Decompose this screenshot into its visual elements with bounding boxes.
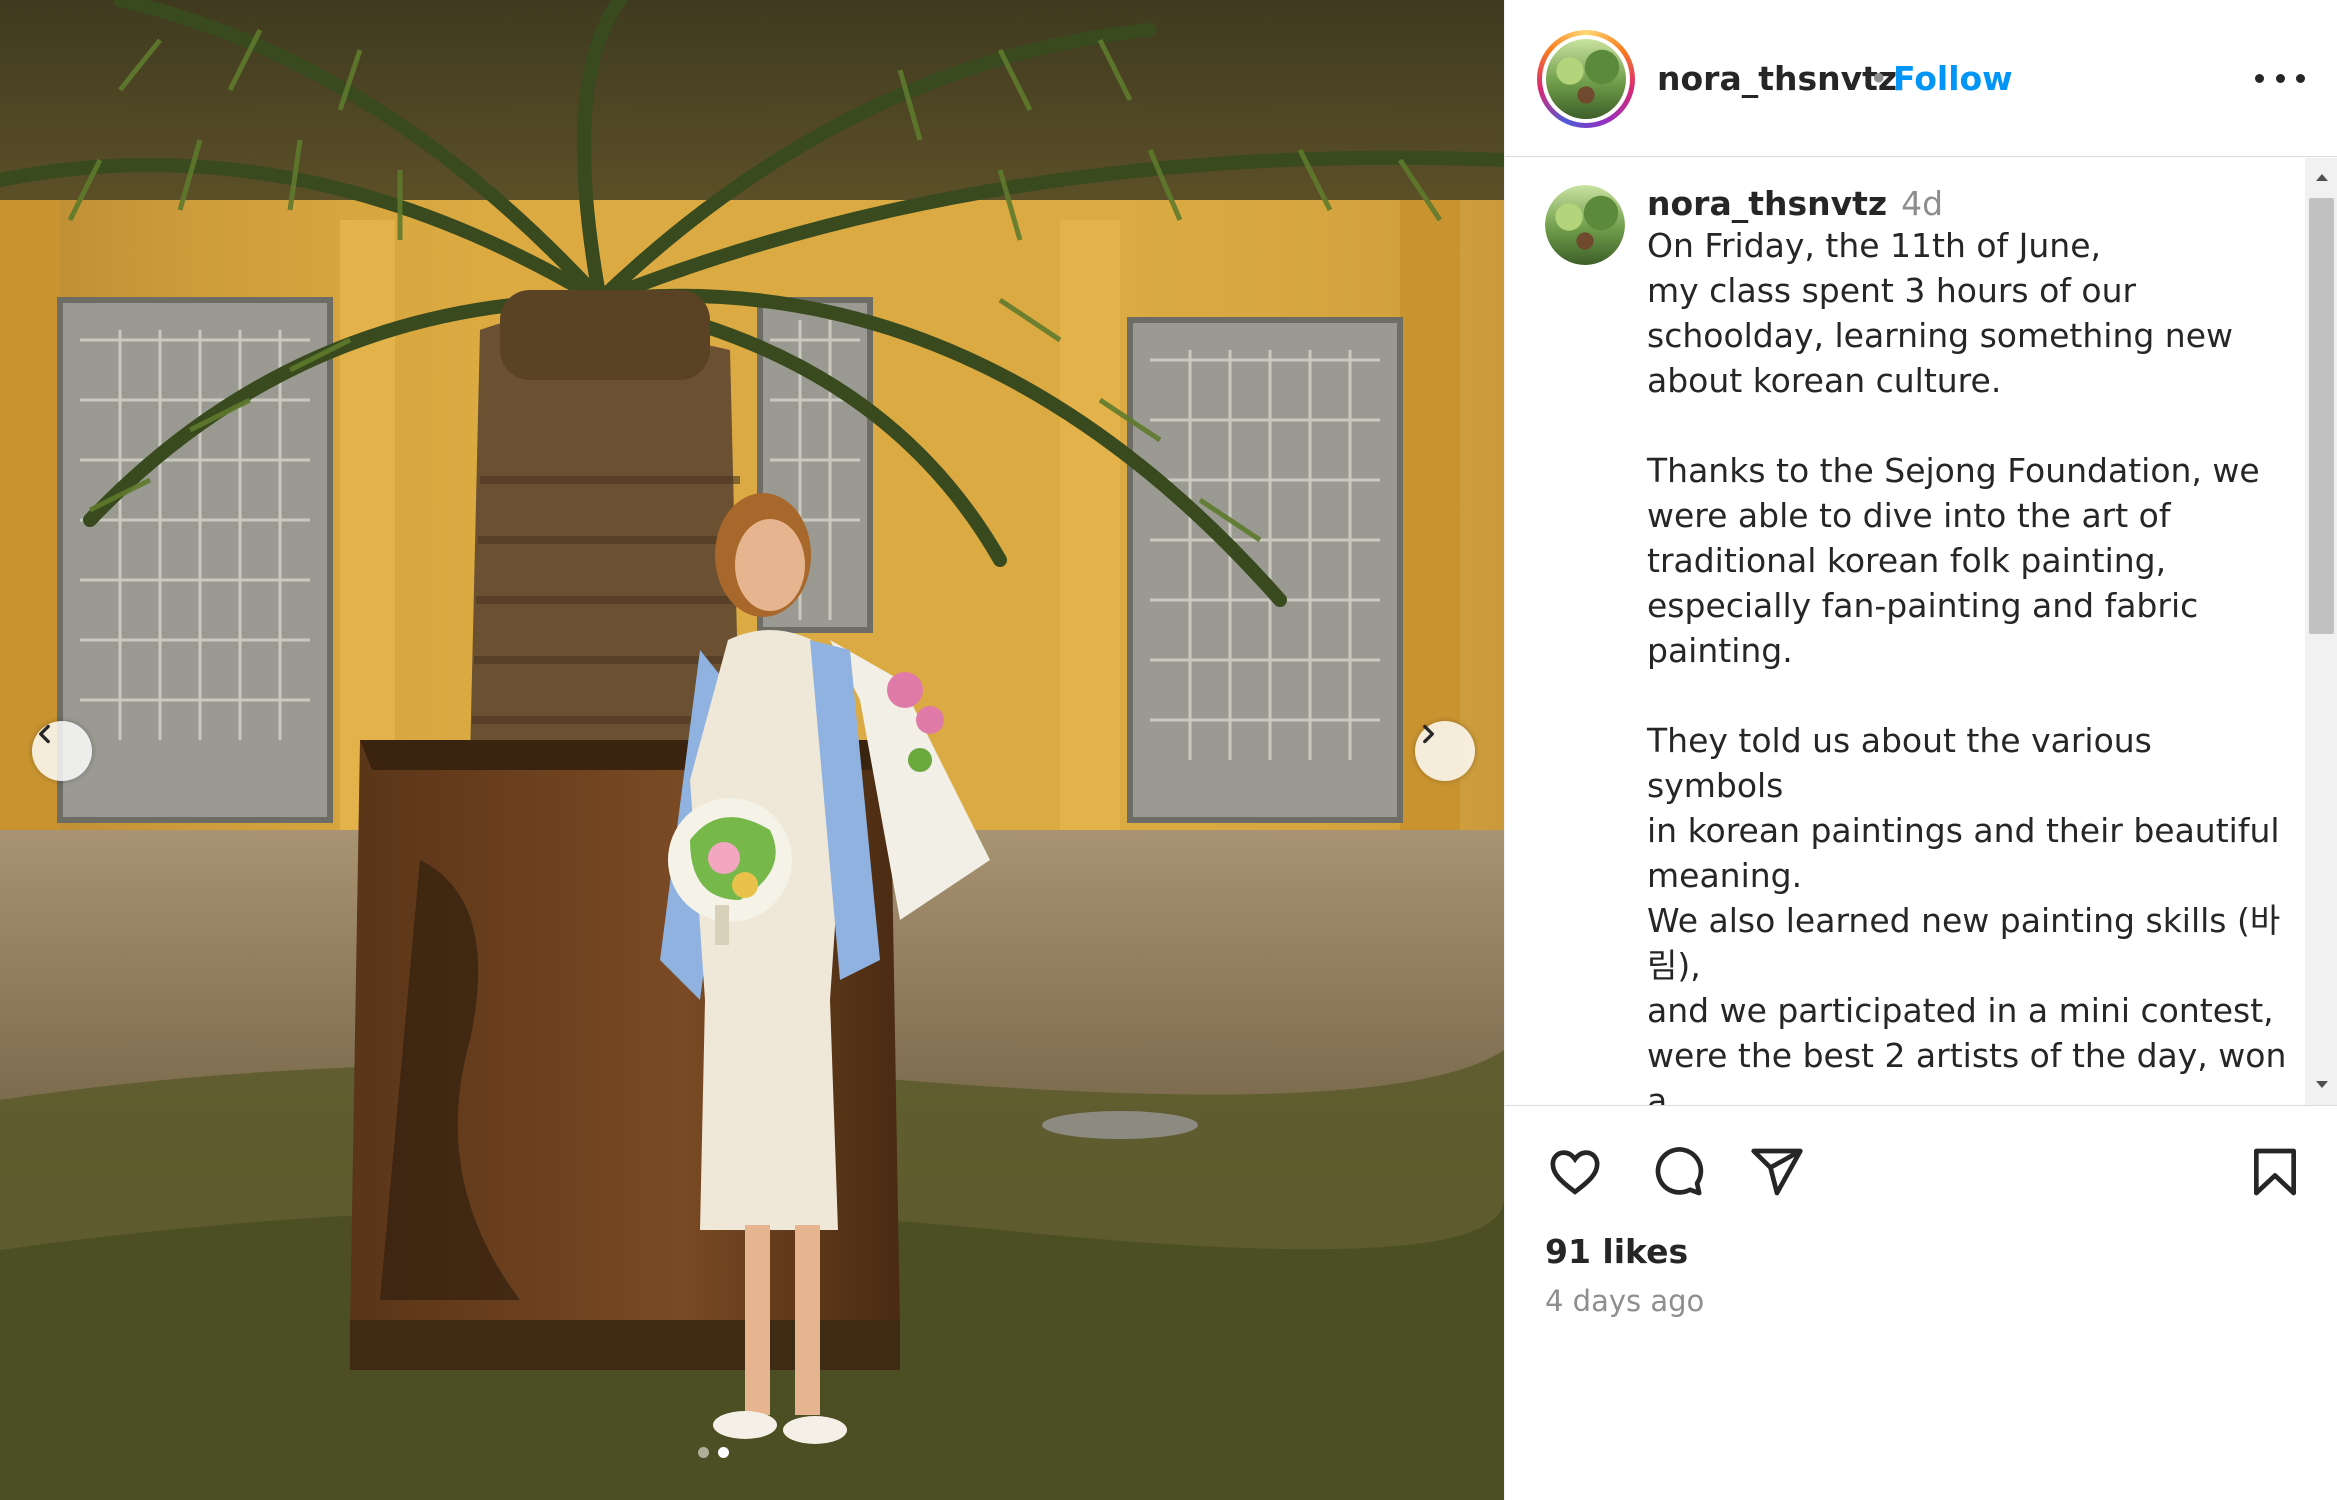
caption-avatar[interactable]	[1545, 185, 1625, 265]
caret-up-icon	[2315, 174, 2328, 181]
caption-username-link[interactable]: nora_thsnvtz	[1647, 184, 1887, 223]
caption-text: On Friday, the 11th of June, my class sp…	[1647, 226, 2287, 1106]
more-horizontal-icon	[2255, 73, 2264, 83]
post-timestamp[interactable]: 4 days ago	[1545, 1284, 1704, 1318]
post-side-panel: nora_thsnvtz • Follow nora_thsnvtz 4d On …	[1504, 0, 2337, 1500]
carousel-next-button[interactable]	[1415, 721, 1475, 781]
header-username-link[interactable]: nora_thsnvtz	[1657, 59, 1897, 98]
post-actions: 91 likes 4 days ago	[1505, 1107, 2337, 1500]
caption-time[interactable]: 4d	[1901, 184, 1943, 223]
bookmark-icon[interactable]	[2247, 1144, 2303, 1200]
comments-section[interactable]: nora_thsnvtz 4d On Friday, the 11th of Ju…	[1505, 158, 2337, 1106]
post-photo	[0, 0, 1504, 1500]
more-options-button[interactable]	[2255, 60, 2305, 96]
follow-button[interactable]: Follow	[1893, 59, 2013, 98]
story-ring-avatar[interactable]	[1537, 30, 1635, 128]
scrollbar-thumb[interactable]	[2309, 198, 2334, 634]
share-icon[interactable]	[1747, 1144, 1807, 1200]
caption: nora_thsnvtz 4d On Friday, the 11th of Ju…	[1647, 184, 2287, 1106]
carousel-dot	[698, 1447, 709, 1458]
chevron-left-icon	[39, 724, 50, 744]
chevron-right-icon	[1423, 724, 1434, 744]
carousel-indicator	[698, 1447, 729, 1458]
separator-dot: •	[1869, 59, 1889, 98]
post-header: nora_thsnvtz • Follow	[1505, 0, 2337, 157]
carousel-prev-button[interactable]	[32, 721, 92, 781]
scrollbar[interactable]	[2305, 158, 2337, 1105]
caret-down-icon	[2315, 1081, 2328, 1088]
likes-count[interactable]: 91 likes	[1545, 1232, 1688, 1271]
scroll-up-button[interactable]	[2305, 162, 2337, 192]
comment-icon[interactable]	[1647, 1144, 1707, 1200]
carousel-dot-active	[718, 1447, 729, 1458]
heart-icon[interactable]	[1545, 1144, 1605, 1200]
scroll-down-button[interactable]	[2305, 1070, 2337, 1100]
avatar	[1546, 39, 1626, 119]
photo-scene	[0, 0, 1504, 1500]
